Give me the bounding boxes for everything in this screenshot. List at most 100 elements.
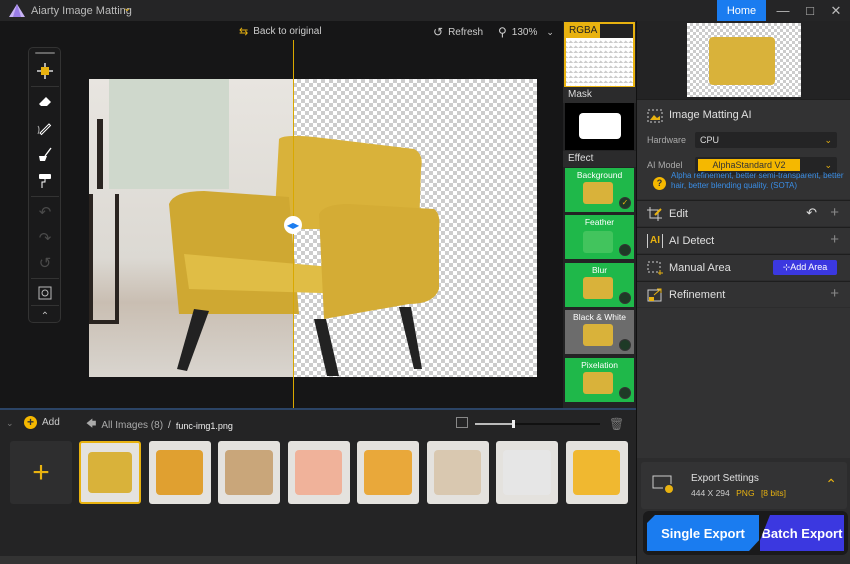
single-export-button[interactable]: Single Export (647, 515, 759, 551)
tool-move-select[interactable] (36, 62, 54, 80)
manual-area-icon (647, 261, 663, 275)
manual-area-section[interactable]: Manual Area ⊹Add Area (637, 254, 850, 280)
radio-icon (619, 292, 631, 304)
refinement-section[interactable]: Refinement + (637, 281, 850, 307)
breadcrumb: 🡄 All Images (8) / func-img1.png (86, 417, 233, 434)
ai-model-label: AI Model (647, 160, 683, 170)
breadcrumb-file: func-img1.png (175, 420, 233, 431)
add-thumbnail-button[interactable]: + (10, 441, 72, 504)
brush-icon (39, 147, 52, 161)
close-icon[interactable]: ✕ (823, 0, 849, 21)
effect-feather[interactable]: Feather (565, 215, 634, 259)
back-arrow-icon[interactable]: 🡄 (86, 417, 96, 434)
crop-edit-icon (647, 207, 662, 221)
tool-bar: ↶ ↷ ↺ ⌃ (28, 47, 61, 323)
paint-roller-icon (39, 174, 51, 188)
rgba-preview[interactable]: RGBA (564, 22, 635, 88)
result-preview-area (637, 21, 850, 99)
add-circle-icon: + (24, 416, 37, 429)
model-hint: Alpha refinement, better semi-transparen… (671, 171, 844, 190)
thumbnail-peach-rose[interactable] (287, 441, 350, 504)
result-thumbnail (687, 23, 801, 97)
panel-empty-area (637, 308, 850, 458)
thumbnail-size-slider[interactable] (475, 420, 600, 428)
thumbnail-flower-portrait[interactable] (565, 441, 628, 504)
add-area-button[interactable]: ⊹Add Area (773, 260, 837, 275)
mask-label: Mask (563, 87, 636, 103)
thumbnail-white-sofa[interactable] (496, 441, 558, 504)
maximize-icon[interactable]: □ (797, 0, 823, 21)
slider-knob[interactable] (511, 420, 515, 428)
thumbnail-trench-coat[interactable] (218, 441, 280, 504)
right-panel: Image Matting AI Hardware CPU ⌄ AI Model… (636, 21, 850, 564)
home-button[interactable]: Home (717, 0, 766, 21)
refinement-icon (647, 288, 662, 302)
tool-pen[interactable] (36, 119, 54, 137)
effect-background[interactable]: Background ✓ (565, 168, 634, 212)
chevron-up-icon[interactable]: ⌃ (825, 476, 837, 493)
add-image-button[interactable]: + Add (24, 416, 60, 429)
pen-icon (37, 123, 52, 136)
tool-roller[interactable] (36, 172, 54, 190)
zoom-level: 130% (511, 26, 538, 38)
effect-black-white[interactable]: Black & White (565, 310, 634, 354)
breadcrumb-all-images[interactable]: All Images (8) (101, 420, 163, 431)
thumbnail-image (572, 450, 621, 495)
effect-blur[interactable]: Blur (565, 263, 634, 307)
thumbnail-perfume-bottle[interactable] (148, 441, 211, 504)
fit-view-icon[interactable] (36, 284, 54, 302)
minimize-icon[interactable]: — (770, 0, 796, 21)
matting-title: Image Matting AI (669, 109, 752, 121)
app-title: Aiarty Image Matting (31, 5, 132, 17)
image-canvas[interactable] (89, 79, 537, 377)
collapse-browser-icon[interactable]: ⌄ (6, 418, 14, 429)
thumbnail-image (364, 450, 412, 495)
rgba-label: RGBA (566, 24, 600, 38)
eraser-icon (39, 97, 51, 106)
chevron-down-icon: ⌄ (824, 135, 832, 145)
reset-icon[interactable]: ↺ (36, 254, 54, 272)
export-settings[interactable]: Export Settings 444 X 294 PNG [8 bits] ⌃ (641, 462, 847, 509)
title-bar: Aiarty Image Matting ⌄ Home — □ ✕ (0, 0, 850, 21)
thumbnail-image (87, 451, 133, 494)
effect-label: Effect (563, 151, 636, 167)
undo-edit-icon[interactable]: ↶ (806, 205, 817, 221)
help-icon[interactable]: ? (653, 177, 666, 190)
refresh-icon: ↺ (433, 25, 444, 39)
thumbnail-yellow-armchair[interactable] (79, 441, 141, 504)
hardware-label: Hardware (647, 135, 687, 145)
refresh-button[interactable]: ↺ Refresh (433, 25, 483, 39)
plus-icon[interactable]: + (830, 204, 839, 221)
tool-eraser[interactable] (36, 92, 54, 110)
thumbnail-image (503, 450, 551, 495)
undo-icon[interactable]: ↶ (36, 203, 54, 221)
compare-divider-handle-icon[interactable]: ◀▶ (284, 216, 302, 234)
back-to-original-label: Back to original (253, 26, 322, 37)
plus-icon[interactable]: + (830, 231, 839, 248)
radio-icon (619, 339, 631, 351)
ai-detect-icon: AI (647, 234, 663, 248)
trash-icon[interactable]: 🗑 (609, 417, 624, 431)
thumbnail-image (225, 450, 273, 495)
thumbnail-image (155, 450, 204, 495)
effect-pixelation[interactable]: Pixelation (565, 358, 634, 402)
drag-handle[interactable] (35, 52, 55, 54)
move-select-icon (37, 63, 53, 79)
thumbnail-candy-jar[interactable] (426, 441, 489, 504)
plus-icon[interactable]: + (830, 285, 839, 302)
tool-brush[interactable] (36, 146, 54, 164)
back-to-original-button[interactable]: ⇆ Back to original (239, 25, 322, 38)
hardware-select[interactable]: CPU ⌄ (695, 132, 837, 148)
batch-export-button[interactable]: Batch Export (760, 515, 844, 551)
redo-icon[interactable]: ↷ (36, 229, 54, 247)
armchair-subject (169, 135, 440, 376)
mask-preview[interactable] (565, 103, 634, 150)
export-buttons: Single Export Batch Export (643, 511, 848, 555)
ai-detect-section[interactable]: AI AI Detect + (637, 227, 850, 253)
collapse-icon[interactable]: ⌃ (36, 307, 54, 325)
radio-icon (619, 387, 631, 399)
app-menu-chevron-icon[interactable]: ⌄ (123, 3, 131, 14)
thumbnail-burgers[interactable] (357, 441, 419, 504)
edit-section[interactable]: Edit ↶ + (637, 200, 850, 226)
zoom-dropdown[interactable]: ⚲ 130% ⌄ (498, 25, 554, 39)
